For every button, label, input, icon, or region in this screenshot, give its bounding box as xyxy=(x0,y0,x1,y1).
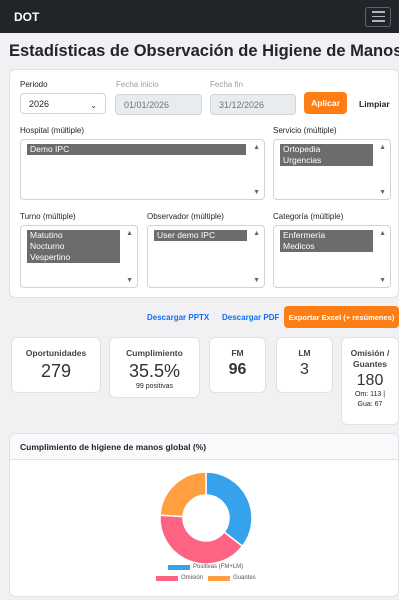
fecha-fin-value: 31/12/2026 xyxy=(219,99,265,110)
scroll-down-icon[interactable]: ▼ xyxy=(253,277,260,284)
scroll-down-icon[interactable]: ▼ xyxy=(126,277,133,284)
servicio-option[interactable]: Urgencias xyxy=(280,155,373,166)
turno-multiselect[interactable]: Matutino Nocturno Vespertino ▲ ▼ xyxy=(20,225,138,288)
observador-multiselect[interactable]: User demo IPC ▲ ▼ xyxy=(147,225,265,288)
legend-swatch xyxy=(208,575,230,581)
kpi-fm-card: FM 96 xyxy=(209,337,266,393)
hospital-option[interactable]: Demo IPC xyxy=(27,144,246,155)
kpi-title: Oportunidades xyxy=(25,348,87,358)
donut-slice-guantes[interactable] xyxy=(159,471,207,518)
turno-option[interactable]: Matutino xyxy=(27,230,120,241)
servicio-multiselect[interactable]: Ortopedia Urgencias ▲ ▼ xyxy=(273,139,391,200)
legend-label: Omisión xyxy=(181,575,204,581)
servicio-option[interactable]: Ortopedia xyxy=(280,144,373,155)
filters-card: Periodo 2026 ⌄ Fecha inicio 01/01/2026 F… xyxy=(9,69,399,298)
legend-item: Omisión xyxy=(156,575,203,581)
navbar: DOT xyxy=(0,0,399,33)
page-title: Estadísticas de Observación de Higiene d… xyxy=(9,42,399,60)
kpi-title: Omisión / Guantes xyxy=(350,348,390,369)
chevron-down-icon: ⌄ xyxy=(90,101,97,110)
download-pdf-link[interactable]: Descargar PDF xyxy=(222,313,279,322)
turno-label: Turno (múltiple) xyxy=(20,212,76,221)
observador-option[interactable]: User demo IPC xyxy=(154,230,247,241)
aplicar-button[interactable]: Aplicar xyxy=(304,92,347,114)
kpi-value: 279 xyxy=(40,361,72,381)
categoria-option[interactable]: Medicos xyxy=(280,241,373,252)
chart-card: Cumplimiento de higiene de manos global … xyxy=(9,433,399,597)
kpi-title: Cumplimiento xyxy=(126,348,183,358)
hospital-label: Hospital (múltiple) xyxy=(20,126,85,135)
scroll-down-icon[interactable]: ▼ xyxy=(379,189,386,196)
legend-swatch xyxy=(156,575,178,581)
categoria-multiselect[interactable]: Enfermería Medicos ▲ ▼ xyxy=(273,225,391,288)
hospital-multiselect[interactable]: Demo IPC ▲ ▼ xyxy=(20,139,265,200)
brand-logo[interactable]: DOT xyxy=(14,10,39,24)
legend-label: Guantes xyxy=(233,575,256,581)
scroll-down-icon[interactable]: ▼ xyxy=(253,189,260,196)
kpi-oportunidades-card: Oportunidades 279 xyxy=(11,337,101,393)
kpi-subtext: Om: 113 | Gua: 67 xyxy=(354,391,386,408)
kpi-omision-card: Omisión / Guantes 180 Om: 113 | Gua: 67 xyxy=(341,337,399,425)
scroll-down-icon[interactable]: ▼ xyxy=(379,277,386,284)
observador-label: Observador (múltiple) xyxy=(147,212,224,221)
fecha-inicio-value: 01/01/2026 xyxy=(124,99,170,110)
periodo-label: Periodo xyxy=(20,80,48,89)
hamburger-icon xyxy=(371,11,385,13)
servicio-label: Servicio (múltiple) xyxy=(273,126,337,135)
menu-toggle-button[interactable] xyxy=(365,6,391,27)
fecha-fin-input[interactable]: 31/12/2026 xyxy=(210,94,296,115)
fecha-inicio-label: Fecha inicio xyxy=(116,80,159,89)
scroll-up-icon[interactable]: ▲ xyxy=(126,230,133,237)
kpi-value: 96 xyxy=(228,361,247,378)
categoria-option[interactable]: Enfermería xyxy=(280,230,373,241)
donut-chart xyxy=(159,471,253,565)
turno-option[interactable]: Nocturno xyxy=(27,241,120,252)
legend-item: Positivas (FM+LM) xyxy=(168,564,243,570)
kpi-value: 180 xyxy=(356,372,384,389)
limpiar-button[interactable]: Limpiar xyxy=(359,99,390,109)
legend-swatch xyxy=(168,564,190,570)
scroll-up-icon[interactable]: ▲ xyxy=(253,144,260,151)
kpi-subtext: 99 positivas xyxy=(136,383,173,390)
fecha-fin-label: Fecha fin xyxy=(210,80,243,89)
kpi-value: 3 xyxy=(300,361,309,378)
kpi-value: 35.5% xyxy=(128,361,181,381)
export-excel-button[interactable]: Exportar Excel (+ resúmenes) xyxy=(284,306,399,328)
fecha-inicio-input[interactable]: 01/01/2026 xyxy=(115,94,202,115)
categoria-label: Categoría (múltiple) xyxy=(273,212,344,221)
scroll-up-icon[interactable]: ▲ xyxy=(379,230,386,237)
download-pptx-link[interactable]: Descargar PPTX xyxy=(147,313,209,322)
scroll-up-icon[interactable]: ▲ xyxy=(253,230,260,237)
legend-label: Positivas (FM+LM) xyxy=(193,564,244,570)
kpi-title: LM xyxy=(298,348,311,358)
periodo-value: 2026 xyxy=(29,98,50,109)
legend-item: Guantes xyxy=(208,575,256,581)
scroll-up-icon[interactable]: ▲ xyxy=(379,144,386,151)
kpi-lm-card: LM 3 xyxy=(276,337,333,393)
periodo-select[interactable]: 2026 ⌄ xyxy=(20,93,106,114)
kpi-cumplimiento-card: Cumplimiento 35.5% 99 positivas xyxy=(109,337,200,398)
kpi-title: FM xyxy=(231,348,244,358)
turno-option[interactable]: Vespertino xyxy=(27,252,120,263)
chart-title: Cumplimiento de higiene de manos global … xyxy=(10,434,398,460)
